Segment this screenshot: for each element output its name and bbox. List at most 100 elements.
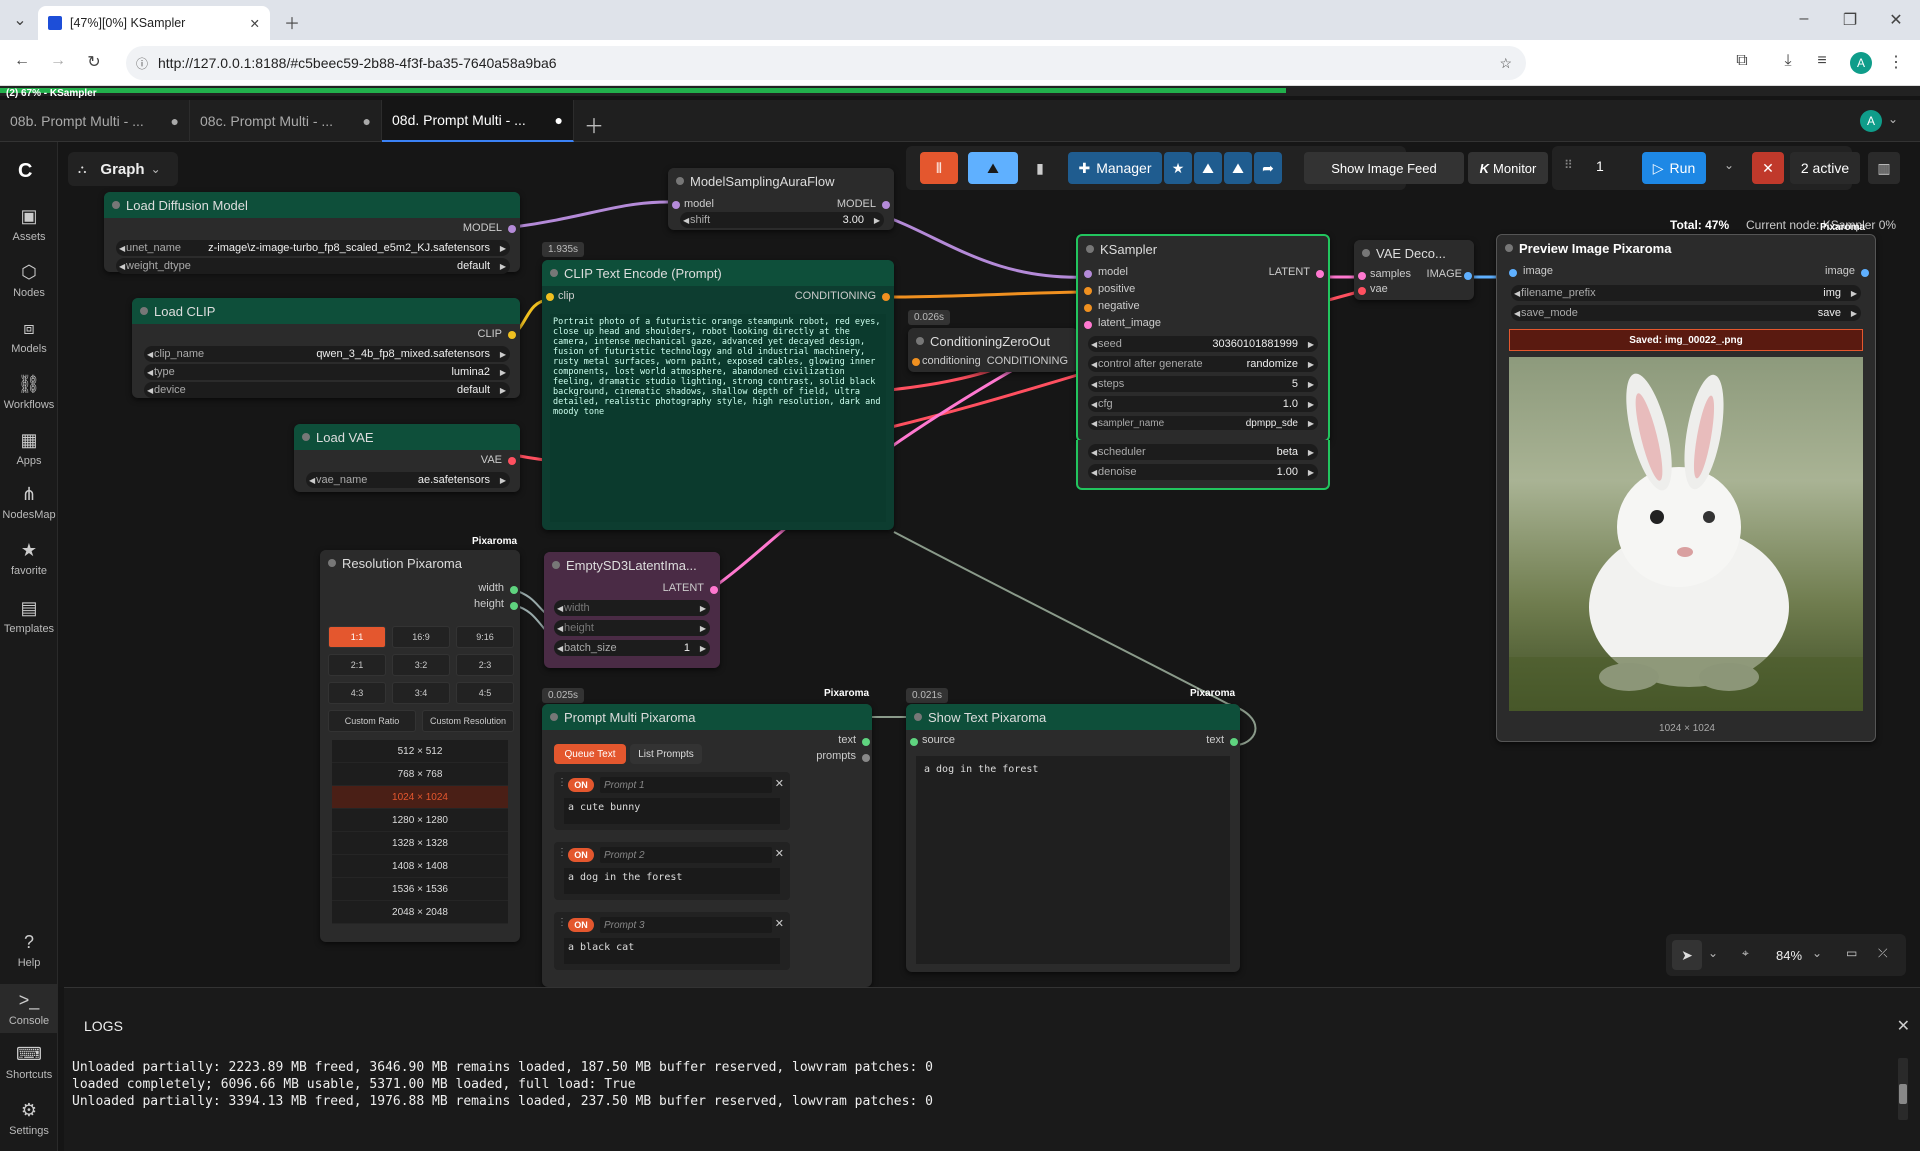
weight-dtype-widget[interactable]: weight_dtype default — [116, 258, 510, 274]
clip-name-widget[interactable]: clip_name qwen_3_4b_fp8_mixed.safetensors — [144, 346, 510, 362]
bookmark-icon[interactable]: ▮ — [1026, 152, 1054, 184]
sidebar-item-apps[interactable]: ▦ Apps — [0, 430, 58, 467]
node-load-diffusion-model[interactable]: Load Diffusion Model MODEL unet_name z-im… — [104, 192, 520, 274]
steps-widget[interactable]: steps 5 — [1088, 376, 1318, 392]
workflow-tab[interactable]: 08b. Prompt Multi - ... ● — [0, 100, 190, 142]
output-dot[interactable] — [508, 457, 516, 465]
add-workflow-icon[interactable]: ＋ — [584, 110, 604, 139]
input-dot[interactable] — [1084, 321, 1092, 329]
run-button[interactable]: ▷ Run — [1642, 152, 1706, 184]
sidebar-item-favorite[interactable]: ★ favorite — [0, 540, 58, 577]
denoise-widget[interactable]: denoise 1.00 — [1088, 464, 1318, 480]
save-mode-widget[interactable]: save_mode save — [1511, 305, 1861, 321]
node-resolution-pixaroma[interactable]: Resolution Pixaroma width height 1:1 16:… — [320, 550, 520, 942]
queue-count-input[interactable]: 1 — [1596, 158, 1604, 174]
profile-avatar[interactable]: A — [1850, 52, 1872, 74]
site-info-icon[interactable]: ⓘ — [136, 55, 148, 72]
browser-menu-icon[interactable]: ⋮ — [1884, 52, 1908, 72]
sidebar-item-workflows[interactable]: ⛓ Workflows — [0, 374, 58, 411]
extensions-icon[interactable]: ⧉ — [1730, 52, 1754, 70]
output-dot[interactable] — [882, 201, 890, 209]
resolution-option[interactable]: 768 × 768 — [332, 763, 508, 786]
height-input[interactable]: height — [554, 620, 710, 636]
close-icon[interactable]: ✕ — [775, 917, 784, 930]
ratio-button[interactable]: 2:1 — [328, 654, 386, 676]
sidebar-item-settings[interactable]: ⚙ Settings — [0, 1100, 58, 1137]
tab-search-icon[interactable]: ⌄ — [8, 10, 32, 30]
user-avatar[interactable]: A — [1860, 110, 1882, 132]
input-dot[interactable] — [912, 358, 920, 366]
resolution-option[interactable]: 1280 × 1280 — [332, 809, 508, 832]
ratio-button-selected[interactable]: 1:1 — [328, 626, 386, 648]
node-vae-decode[interactable]: VAE Deco... samples vae IMAGE — [1354, 240, 1474, 300]
input-dot[interactable] — [672, 201, 680, 209]
input-dot[interactable] — [1358, 272, 1366, 280]
sidebar-item-models[interactable]: ⧈ Models — [0, 318, 58, 355]
output-dot[interactable] — [508, 331, 516, 339]
output-dot[interactable] — [862, 738, 870, 746]
graph-canvas[interactable]: ⛬ Graph ⌄ ⦀ ⛰ ▮ ✚ Manager ★ ⛰ ⛰ ➦ Show Im… — [58, 142, 1920, 987]
prompt-card[interactable]: ⋮ ON Prompt 3 ✕ a black cat — [554, 912, 790, 970]
node-load-vae[interactable]: Load VAE VAE vae_name ae.safetensors — [294, 424, 520, 492]
prompt-toggle[interactable]: ON — [568, 778, 594, 792]
input-dot[interactable] — [1084, 270, 1092, 278]
sidebar-item-nodes[interactable]: ⬡ Nodes — [0, 262, 58, 299]
drag-handle-icon[interactable]: ⠿ — [1564, 158, 1573, 172]
active-queue-button[interactable]: 2 active — [1790, 152, 1860, 184]
input-dot[interactable] — [1358, 287, 1366, 295]
select-tool-button[interactable]: ➤ — [1672, 940, 1702, 970]
log-scrollbar[interactable] — [1898, 1058, 1908, 1120]
reload-icon[interactable]: ↻ — [82, 52, 106, 72]
prompt-toggle[interactable]: ON — [568, 918, 594, 932]
app-logo[interactable]: C — [18, 160, 32, 183]
sidebar-item-shortcuts[interactable]: ⌨ Shortcuts — [0, 1044, 58, 1081]
back-icon[interactable]: ← — [10, 52, 34, 70]
prompt-textarea[interactable]: Portrait photo of a futuristic orange st… — [550, 314, 886, 522]
log-scrollbar-thumb[interactable] — [1899, 1084, 1907, 1104]
ratio-button[interactable]: 3:2 — [392, 654, 450, 676]
zoom-level[interactable]: 84% — [1776, 948, 1802, 963]
monitor-button[interactable]: K Monitor — [1468, 152, 1548, 184]
resolution-option[interactable]: 512 × 512 — [332, 740, 508, 763]
batch-size-widget[interactable]: batch_size 1 — [554, 640, 710, 656]
unet-name-widget[interactable]: unet_name z-image\z-image-turbo_fp8_scale… — [116, 240, 510, 256]
node-empty-sd3-latent[interactable]: EmptySD3LatentIma... LATENT width height… — [544, 552, 720, 668]
chevron-down-icon[interactable]: ⌄ — [1724, 158, 1734, 172]
workflow-tab-active[interactable]: 08d. Prompt Multi - ... ● — [382, 100, 574, 142]
type-widget[interactable]: type lumina2 — [144, 364, 510, 380]
node-preview-image[interactable]: Preview Image Pixaroma image image filen… — [1496, 234, 1876, 742]
new-tab-icon[interactable]: ＋ — [280, 10, 304, 34]
minimize-icon[interactable]: – — [1792, 10, 1816, 28]
shift-widget[interactable]: shift 3.00 — [680, 212, 884, 228]
input-dot[interactable] — [910, 738, 918, 746]
output-dot[interactable] — [1316, 270, 1324, 278]
node-prompt-multi[interactable]: Prompt Multi Pixaroma text prompts Queue… — [542, 704, 872, 987]
url-bar[interactable]: ⓘ http://127.0.0.1:8188/#c5beec59-2b88-4… — [126, 46, 1526, 80]
close-icon[interactable]: ✕ — [775, 847, 784, 860]
chevron-down-icon[interactable]: ⌄ — [1708, 946, 1718, 960]
ratio-button[interactable]: 2:3 — [456, 654, 514, 676]
custom-resolution-button[interactable]: Custom Resolution — [422, 710, 514, 732]
prompt-text[interactable]: a dog in the forest — [564, 868, 780, 894]
prompt-text[interactable]: a black cat — [564, 938, 780, 964]
sidebar-item-nodesmap[interactable]: ⋔ NodesMap — [0, 484, 58, 521]
forward-icon[interactable]: → — [46, 52, 70, 70]
list-prompts-button[interactable]: List Prompts — [630, 744, 702, 764]
fit-view-icon[interactable]: ⌖ — [1742, 946, 1749, 961]
sidebar-item-templates[interactable]: ▤ Templates — [0, 598, 58, 635]
resolution-option-selected[interactable]: 1024 × 1024 — [332, 786, 508, 809]
input-dot[interactable] — [1509, 269, 1517, 277]
prompt-card[interactable]: ⋮ ON Prompt 1 ✕ a cute bunny — [554, 772, 790, 830]
drag-handle-icon[interactable]: ⋮ — [557, 847, 567, 858]
node-load-clip[interactable]: Load CLIP CLIP clip_name qwen_3_4b_fp8_mi… — [132, 298, 520, 398]
close-icon[interactable]: ✕ — [1897, 1016, 1910, 1036]
ratio-button[interactable]: 16:9 — [392, 626, 450, 648]
ratio-button[interactable]: 4:5 — [456, 682, 514, 704]
filename-prefix-widget[interactable]: filename_prefix img — [1511, 285, 1861, 301]
resolution-option[interactable]: 1328 × 1328 — [332, 832, 508, 855]
input-dot[interactable] — [1084, 287, 1092, 295]
queue-text-button[interactable]: Queue Text — [554, 744, 626, 764]
download-icon[interactable]: ⤓ — [1776, 52, 1800, 70]
ratio-button[interactable]: 4:3 — [328, 682, 386, 704]
logo-button[interactable]: ⛰ — [968, 152, 1018, 184]
